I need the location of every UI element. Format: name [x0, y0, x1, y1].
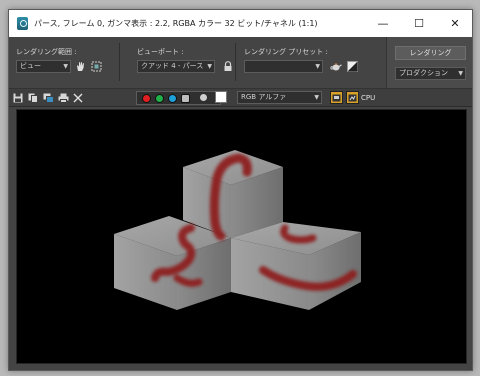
- render-viewport[interactable]: [16, 109, 467, 364]
- channel-toggle-group: [136, 91, 221, 105]
- region-icon[interactable]: [90, 60, 102, 72]
- chevron-down-icon: ▼: [207, 63, 212, 70]
- red-channel-toggle[interactable]: [142, 94, 151, 103]
- clear-color-swatch[interactable]: [215, 91, 227, 103]
- monochrome-toggle[interactable]: [200, 94, 207, 101]
- clone-icon[interactable]: [42, 92, 54, 104]
- lock-icon[interactable]: [222, 60, 234, 72]
- minimize-button[interactable]: —: [365, 10, 401, 37]
- title-bar: パース, フレーム 0, ガンマ表示 : 2.2, RGBA カラー 32 ビッ…: [9, 10, 472, 37]
- chevron-down-icon: ▼: [315, 63, 320, 70]
- render-area-dropdown[interactable]: ビュー ▼: [16, 60, 71, 73]
- blue-channel-toggle[interactable]: [168, 94, 177, 103]
- render-settings-toolbar: レンダリング範囲 : ビュー ▼ ビューポート : クアッド 4 - パース ▼…: [9, 37, 472, 88]
- print-icon[interactable]: [57, 92, 69, 104]
- channel-display-dropdown[interactable]: RGB アルファ ▼: [237, 91, 322, 104]
- viewport-value: クアッド 4 - パース: [141, 62, 204, 70]
- channel-display-value: RGB アルファ: [241, 93, 287, 101]
- preset-dropdown[interactable]: ▼: [244, 60, 323, 73]
- hand-icon[interactable]: [74, 60, 86, 72]
- teapot-icon[interactable]: [330, 60, 342, 72]
- render-button[interactable]: レンダリング: [395, 46, 466, 60]
- environment-icon[interactable]: [346, 60, 358, 72]
- preset-label: レンダリング プリセット :: [244, 48, 328, 56]
- rendered-cubes-image: [114, 150, 361, 310]
- render-frame-window: パース, フレーム 0, ガンマ表示 : 2.2, RGBA カラー 32 ビッ…: [8, 9, 473, 371]
- alpha-channel-toggle[interactable]: [181, 94, 190, 103]
- save-icon[interactable]: [12, 92, 24, 104]
- viewport-dropdown[interactable]: クアッド 4 - パース ▼: [137, 60, 215, 73]
- green-channel-toggle[interactable]: [155, 94, 164, 103]
- toolbar-separator: [235, 43, 236, 81]
- image-display-icon[interactable]: [330, 91, 343, 104]
- render-monitor-icon[interactable]: [346, 91, 359, 104]
- production-value: プロダクション: [399, 69, 448, 77]
- close-button[interactable]: ✕: [437, 10, 472, 37]
- chevron-down-icon: ▼: [458, 70, 463, 77]
- chevron-down-icon: ▼: [314, 94, 319, 101]
- viewport-label: ビューポート :: [137, 48, 184, 56]
- chevron-down-icon: ▼: [63, 63, 68, 70]
- window-title: パース, フレーム 0, ガンマ表示 : 2.2, RGBA カラー 32 ビッ…: [34, 19, 318, 28]
- clear-icon[interactable]: [72, 92, 84, 104]
- app-icon: [17, 17, 28, 30]
- render-area-value: ビュー: [20, 62, 41, 70]
- render-panel: レンダリング プロダクション ▼: [386, 37, 472, 88]
- render-area-label: レンダリング範囲 :: [16, 48, 77, 56]
- toolbar-separator: [119, 43, 120, 81]
- production-dropdown[interactable]: プロダクション ▼: [395, 67, 466, 80]
- maximize-button[interactable]: ☐: [401, 10, 437, 37]
- processor-label: CPU: [361, 94, 376, 102]
- copy-icon[interactable]: [27, 92, 39, 104]
- frame-buffer-toolbar: RGB アルファ ▼ CPU: [9, 88, 472, 107]
